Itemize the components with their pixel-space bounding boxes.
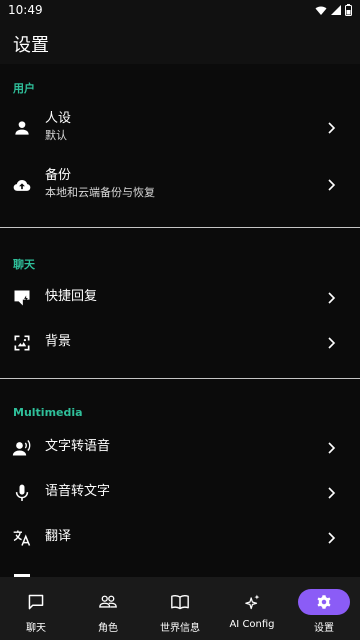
- status-icons: [315, 4, 352, 16]
- signal-icon: [331, 4, 341, 15]
- gear-icon: [317, 595, 331, 609]
- settings-item-title: 文字转语音: [45, 439, 111, 454]
- settings-item-title: 快捷回复: [45, 289, 98, 304]
- settings-list[interactable]: 用户 人设 默认 备份 本地和云端备份与恢复 聊天 快捷回复 背景 Multim…: [0, 64, 360, 577]
- nav-label: 聊天: [26, 623, 46, 634]
- settings-item-title: 背景: [45, 334, 72, 349]
- chevron-right-icon: [328, 532, 336, 544]
- settings-item-title: 人设: [45, 111, 72, 126]
- mic-icon: [15, 484, 29, 501]
- status-time: 10:49: [8, 3, 43, 17]
- section-header-chat: 聊天: [13, 258, 35, 271]
- cloud-upload-icon: [13, 180, 31, 191]
- chevron-right-icon: [328, 179, 336, 191]
- settings-screen: 10:49 设置 用户 人设 默认 备份 本地和云端备份与恢复 聊天 快捷回复 …: [0, 0, 360, 640]
- nav-item-world-info[interactable]: 世界信息: [144, 577, 216, 640]
- wifi-icon: [315, 5, 327, 15]
- settings-item-stt[interactable]: 语音转文字: [0, 479, 360, 507]
- translate-icon: [13, 530, 31, 546]
- settings-item-tts[interactable]: 文字转语音: [0, 434, 360, 462]
- settings-item-title: 翻译: [45, 529, 72, 544]
- nav-item-settings[interactable]: 设置: [288, 577, 360, 640]
- chevron-right-icon: [328, 292, 336, 304]
- settings-item-subtitle: 默认: [45, 129, 67, 142]
- section-header-user: 用户: [13, 82, 35, 95]
- wallpaper-icon: [14, 335, 30, 351]
- settings-item-persona[interactable]: 人设 默认: [0, 105, 360, 151]
- chat-icon: [28, 594, 44, 610]
- app-bar: 设置: [0, 22, 360, 64]
- battery-icon: [345, 4, 352, 16]
- chevron-right-icon: [328, 122, 336, 134]
- settings-item-backup[interactable]: 备份 本地和云端备份与恢复: [0, 162, 360, 208]
- page-title: 设置: [13, 35, 49, 56]
- nav-label: 角色: [98, 623, 118, 634]
- nav-label: 世界信息: [160, 623, 200, 634]
- quick-reply-icon: [14, 290, 30, 306]
- record-voice-icon: [12, 440, 31, 456]
- book-icon: [171, 595, 189, 610]
- settings-item-translate[interactable]: 翻译: [0, 524, 360, 552]
- section-divider: [0, 227, 360, 228]
- chevron-right-icon: [328, 337, 336, 349]
- sparkle-icon: [245, 594, 260, 610]
- person-icon: [15, 121, 29, 135]
- settings-item-quick-reply[interactable]: 快捷回复: [0, 284, 360, 312]
- section-header-multimedia: Multimedia: [13, 406, 83, 419]
- settings-item-title: 语音转文字: [45, 484, 111, 499]
- chevron-right-icon: [328, 442, 336, 454]
- bottom-nav: 聊天 角色 世界信息 AI Config 设置: [0, 577, 360, 640]
- settings-item-subtitle: 本地和云端备份与恢复: [45, 186, 155, 199]
- nav-label: AI Config: [229, 619, 275, 630]
- settings-item-title: 备份: [45, 168, 72, 183]
- settings-item-background[interactable]: 背景: [0, 329, 360, 357]
- status-bar: 10:49: [0, 0, 360, 22]
- nav-item-ai-config[interactable]: AI Config: [216, 577, 288, 640]
- nav-item-characters[interactable]: 角色: [72, 577, 144, 640]
- chevron-right-icon: [328, 487, 336, 499]
- section-divider: [0, 378, 360, 379]
- people-icon: [99, 595, 117, 608]
- nav-label: 设置: [314, 623, 334, 634]
- nav-item-chat[interactable]: 聊天: [0, 577, 72, 640]
